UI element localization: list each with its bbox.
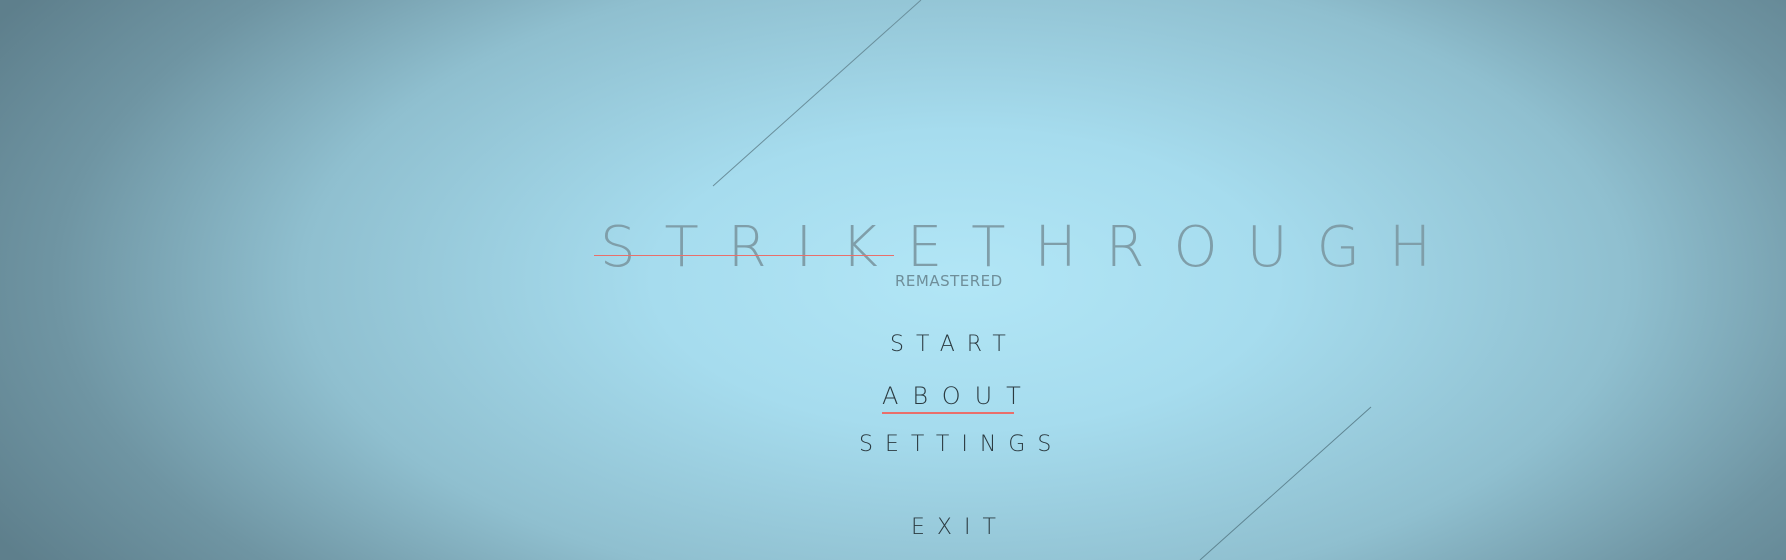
exit-menu-item[interactable]: EXIT	[911, 513, 1008, 543]
selected-item-underline	[882, 412, 1014, 414]
title-strikethrough-line	[594, 255, 894, 256]
start-menu-item[interactable]: START	[890, 330, 1018, 360]
top-diagonal-line	[712, 0, 922, 187]
about-menu-item[interactable]: ABOUT	[882, 381, 1035, 411]
game-title: STRIKETHROUGH	[600, 215, 1461, 280]
bottom-diagonal-line	[1199, 406, 1372, 560]
settings-menu-item[interactable]: SETTINGS	[859, 430, 1063, 460]
decorative-diagonal-lines	[712, 0, 1372, 560]
game-subtitle: REMASTERED	[895, 272, 1003, 290]
